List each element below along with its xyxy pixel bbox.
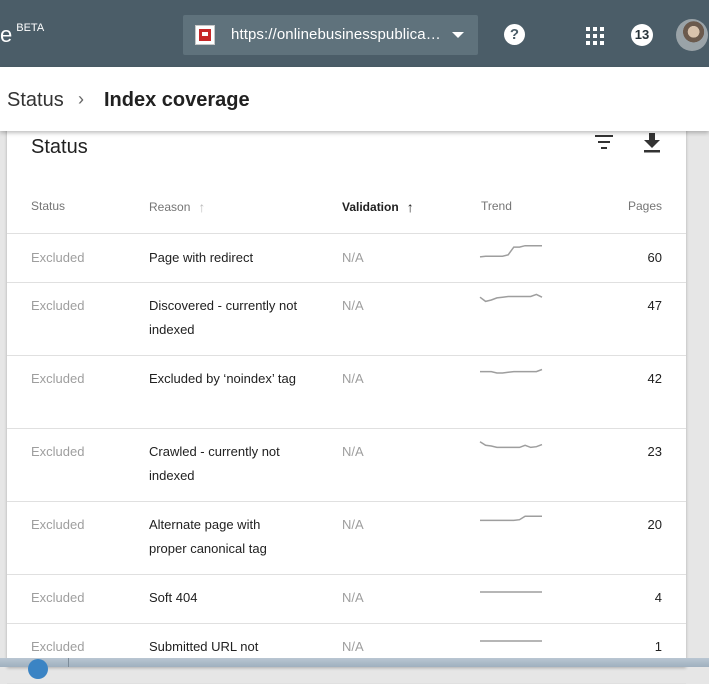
row-status: Excluded <box>31 517 85 532</box>
table-row[interactable]: Excluded Submitted URL not N/A 1 <box>7 623 686 684</box>
table-row[interactable]: Excluded Page with redirect N/A 60 <box>7 234 686 283</box>
chevron-down-icon <box>452 32 464 38</box>
site-favicon-icon <box>195 25 215 45</box>
apps-grid-icon[interactable] <box>586 27 604 45</box>
download-icon[interactable] <box>643 133 661 153</box>
trend-line <box>479 441 543 449</box>
table-header: Status Reason ↑ Validation ↑ Trend Pages <box>7 189 686 234</box>
row-status: Excluded <box>31 444 85 459</box>
column-header-validation[interactable]: Validation ↑ <box>342 199 414 215</box>
row-validation: N/A <box>342 250 364 265</box>
row-reason: Crawled - currently not indexed <box>149 444 280 483</box>
trend-line <box>479 244 542 258</box>
row-validation: N/A <box>342 444 364 459</box>
page-title: Index coverage <box>104 89 250 111</box>
table-row[interactable]: Excluded Discovered - currently not index… <box>7 282 686 356</box>
column-header-validation-label: Validation <box>342 200 399 214</box>
trend-line <box>480 515 542 522</box>
row-validation: N/A <box>342 371 364 386</box>
beta-badge: BETA <box>16 22 45 34</box>
avatar[interactable] <box>676 19 708 51</box>
app-header: e BETA https://onlinebusinesspublica… ? 1… <box>0 0 709 67</box>
row-reason: Excluded by ‘noindex’ tag <box>149 371 296 386</box>
row-reason: Page with redirect <box>149 250 254 265</box>
trend-sparkline <box>479 244 543 268</box>
trend-sparkline <box>479 292 543 316</box>
product-name[interactable]: e BETA <box>0 22 44 48</box>
trend-sparkline <box>479 438 543 462</box>
trend-sparkline <box>479 633 543 657</box>
row-pages: 20 <box>647 517 662 532</box>
breadcrumb-parent-link[interactable]: Status <box>7 89 64 112</box>
row-validation: N/A <box>342 639 364 654</box>
os-taskbar <box>0 658 709 679</box>
column-header-reason-label: Reason <box>149 200 191 214</box>
row-validation: N/A <box>342 590 364 605</box>
row-pages: 1 <box>654 639 662 654</box>
card-title: Status <box>31 136 88 158</box>
trend-line <box>479 293 543 303</box>
status-card: Status Status Reason ↑ Validation ↑ Trend … <box>7 127 686 684</box>
table-row[interactable]: Excluded Excluded by ‘noindex’ tag N/A 42 <box>7 355 686 429</box>
start-button-icon[interactable] <box>28 659 48 679</box>
row-status: Excluded <box>31 298 85 313</box>
property-selector[interactable]: https://onlinebusinesspublica… <box>183 15 478 55</box>
row-validation: N/A <box>342 298 364 313</box>
filter-icon[interactable] <box>595 135 613 149</box>
row-status: Excluded <box>31 371 85 386</box>
column-header-reason[interactable]: Reason ↑ <box>149 199 205 215</box>
row-pages: 4 <box>654 590 662 605</box>
table-row[interactable]: Excluded Alternate page with proper canon… <box>7 501 686 575</box>
row-reason: Alternate page with proper canonical tag <box>149 517 267 556</box>
row-status: Excluded <box>31 639 85 654</box>
row-status: Excluded <box>31 250 85 265</box>
row-reason: Soft 404 <box>149 590 198 605</box>
chevron-right-icon: › <box>78 89 84 109</box>
column-header-status[interactable]: Status <box>31 199 65 213</box>
trend-sparkline <box>479 584 543 608</box>
row-validation: N/A <box>342 517 364 532</box>
product-name-fragment: e <box>0 22 13 47</box>
sort-arrow-up-icon: ↑ <box>198 199 206 215</box>
row-status: Excluded <box>31 590 85 605</box>
row-pages: 42 <box>647 371 662 386</box>
row-pages: 23 <box>647 444 662 459</box>
breadcrumb: Status › Index coverage <box>0 67 709 131</box>
row-pages: 47 <box>647 298 662 313</box>
row-reason: Discovered - currently not indexed <box>149 298 298 337</box>
table-row[interactable]: Excluded Crawled - currently not indexed N… <box>7 428 686 502</box>
help-icon[interactable]: ? <box>504 24 525 45</box>
table-row[interactable]: Excluded Soft 404 N/A 4 <box>7 574 686 624</box>
trend-sparkline <box>479 365 543 389</box>
column-header-trend: Trend <box>481 199 512 213</box>
sort-arrow-up-icon: ↑ <box>406 199 414 215</box>
row-pages: 60 <box>647 250 662 265</box>
column-header-pages[interactable]: Pages <box>628 199 662 213</box>
notifications-badge[interactable]: 13 <box>631 24 653 46</box>
trend-sparkline <box>479 511 543 535</box>
row-reason: Submitted URL not <box>149 639 259 654</box>
property-url: https://onlinebusinesspublica… <box>231 26 441 43</box>
trend-line <box>480 368 543 374</box>
